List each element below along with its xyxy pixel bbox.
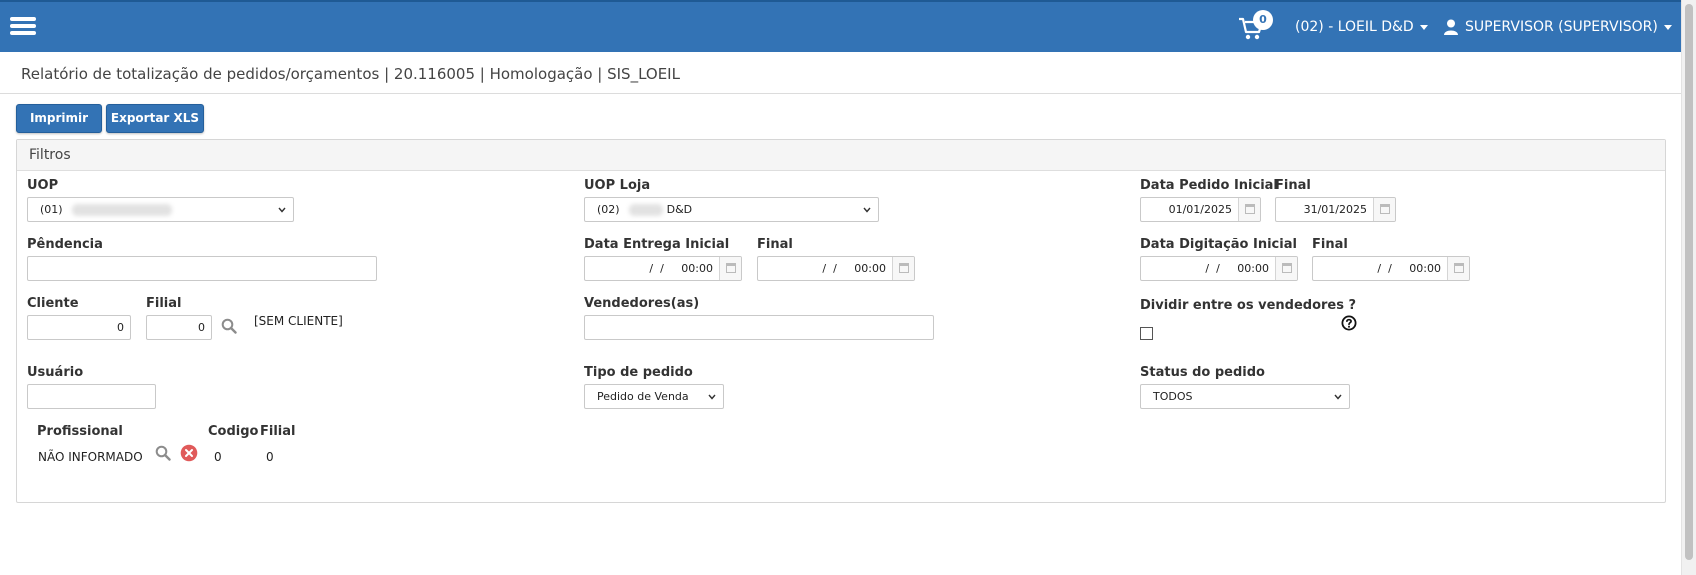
chevron-down-icon [708,394,716,400]
scrollbar[interactable] [1681,0,1696,575]
pendencia-label: Pêndencia [27,237,103,252]
data-digitacao-final-value: / / 00:00 [1370,262,1441,275]
dividir-vendedores-checkbox[interactable] [1140,327,1153,340]
data-entrega-final-value: / / 00:00 [815,262,886,275]
data-digitacao-inicial-label: Data Digitação Inicial [1140,237,1297,252]
redacted-value [629,204,664,216]
data-pedido-inicial-value: 01/01/2025 [1168,203,1232,216]
tipo-pedido-value: Pedido de Venda [597,390,689,403]
status-pedido-value: TODOS [1153,390,1193,403]
search-icon[interactable] [155,445,171,461]
dividir-vendedores-label: Dividir entre os vendedores ? [1140,298,1357,313]
uop-loja-value-suffix: D&D [666,203,693,216]
divider [0,93,1681,94]
print-button[interactable]: Imprimir [16,104,102,133]
data-digitacao-inicial-value: / / 00:00 [1198,262,1269,275]
chevron-down-icon [1419,24,1428,30]
data-digitacao-final-label: Final [1312,237,1348,252]
search-icon[interactable] [221,318,237,334]
top-navbar: 0 (02) - LOEIL D&D SUPERVISOR (SUPERVISO… [0,0,1681,52]
filters-panel: Filtros UOP (01) UOP Loja (02) D&D Data … [16,139,1666,503]
tipo-pedido-label: Tipo de pedido [584,365,693,380]
filial-input[interactable]: 0 [146,315,212,340]
user-menu[interactable]: SUPERVISOR (SUPERVISOR) [1465,19,1672,35]
uop-label: UOP [27,178,59,193]
data-digitacao-final-input[interactable]: / / 00:00 [1312,256,1470,281]
calendar-icon[interactable] [1447,257,1469,280]
cart-count-badge: 0 [1253,10,1273,30]
filial-label: Filial [146,296,182,311]
filters-panel-header: Filtros [17,140,1665,171]
chevron-down-icon [1663,24,1672,30]
calendar-icon[interactable] [719,257,741,280]
company-menu-label: (02) - LOEIL D&D [1295,19,1414,35]
usuario-label: Usuário [27,365,84,380]
data-entrega-inicial-label: Data Entrega Inicial [584,237,730,252]
calendar-icon[interactable] [1238,198,1260,221]
profissional-codigo: 0 [214,450,222,464]
menu-icon[interactable] [10,17,36,35]
calendar-icon[interactable] [1275,257,1297,280]
chevron-down-icon [1334,394,1342,400]
user-menu-label: SUPERVISOR (SUPERVISOR) [1465,19,1658,35]
page-title: Relatório de totalização de pedidos/orça… [21,65,680,83]
codigo-header: Codigo [208,424,259,439]
uop-loja-select[interactable]: (02) D&D [584,197,879,222]
redacted-value [72,204,173,216]
export-xls-button[interactable]: Exportar XLS [106,104,204,133]
profissional-filial: 0 [266,450,274,464]
uop-select-value: (01) [40,203,63,216]
tipo-pedido-select[interactable]: Pedido de Venda [584,384,724,409]
data-digitacao-inicial-input[interactable]: / / 00:00 [1140,256,1298,281]
chevron-down-icon [863,207,871,213]
app-root: 0 (02) - LOEIL D&D SUPERVISOR (SUPERVISO… [0,0,1681,575]
status-pedido-select[interactable]: TODOS [1140,384,1350,409]
data-pedido-inicial-label: Data Pedido Inicial [1140,178,1278,193]
data-pedido-inicial-input[interactable]: 01/01/2025 [1140,197,1261,222]
data-entrega-final-input[interactable]: / / 00:00 [757,256,915,281]
cliente-name: [SEM CLIENTE] [254,314,343,328]
data-entrega-inicial-value: / / 00:00 [642,262,713,275]
data-entrega-inicial-input[interactable]: / / 00:00 [584,256,742,281]
data-pedido-final-label: Final [1275,178,1311,193]
cliente-label: Cliente [27,296,79,311]
vendedores-label: Vendedores(as) [584,296,700,311]
user-icon [1444,19,1458,35]
vendedores-input[interactable] [584,315,934,340]
remove-icon[interactable] [180,444,198,462]
data-pedido-final-value: 31/01/2025 [1303,203,1367,216]
data-entrega-final-label: Final [757,237,793,252]
profissional-name: NÃO INFORMADO [38,450,143,464]
scrollbar-thumb[interactable] [1685,4,1693,560]
calendar-icon[interactable] [1373,198,1395,221]
filters-title: Filtros [29,147,71,163]
usuario-input[interactable] [27,384,156,409]
uop-loja-value-prefix: (02) [597,203,620,216]
status-pedido-label: Status do pedido [1140,365,1265,380]
uop-loja-label: UOP Loja [584,178,651,193]
uop-select[interactable]: (01) [27,197,294,222]
cliente-input[interactable]: 0 [27,315,131,340]
pendencia-input[interactable] [27,256,377,281]
data-pedido-final-input[interactable]: 31/01/2025 [1275,197,1396,222]
chevron-down-icon [278,207,286,213]
company-menu[interactable]: (02) - LOEIL D&D [1295,19,1428,35]
help-icon[interactable] [1341,315,1357,331]
calendar-icon[interactable] [892,257,914,280]
profissional-header: Profissional [37,424,123,439]
profissional-filial-header: Filial [260,424,296,439]
